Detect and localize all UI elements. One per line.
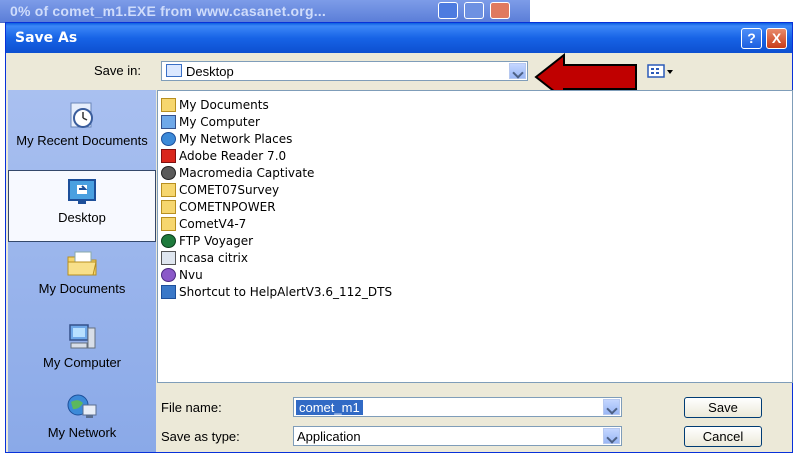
helpalert-shortcut-icon (161, 285, 176, 299)
minimize-icon[interactable] (438, 2, 458, 19)
file-name: COMET07Survey (179, 183, 280, 197)
place-recent-documents[interactable]: My Recent Documents (8, 100, 156, 148)
computer-icon (161, 115, 176, 129)
dialog-titlebar: Save As ? X (6, 23, 792, 53)
file-name: Nvu (179, 268, 203, 282)
save-button[interactable]: Save (684, 397, 762, 418)
file-name-field[interactable]: comet_m1 (293, 397, 622, 417)
place-my-documents[interactable]: My Documents (8, 248, 156, 296)
place-label: My Computer (42, 355, 122, 370)
place-label: My Network (47, 425, 117, 440)
dialog-title: Save As (15, 30, 78, 46)
chevron-down-icon[interactable] (603, 399, 620, 415)
clock-document-icon (70, 102, 93, 128)
cancel-button[interactable]: Cancel (684, 426, 762, 447)
file-name: Shortcut to HelpAlertV3.6_112_DTS (179, 285, 393, 299)
file-name: Adobe Reader 7.0 (179, 149, 287, 163)
citrix-shortcut-icon (161, 251, 176, 265)
captivate-shortcut-icon (161, 166, 176, 180)
network-globe-icon (67, 394, 97, 418)
file-name: COMETNPOWER (179, 200, 276, 214)
place-desktop[interactable]: Desktop (8, 170, 156, 242)
save-in-value: Desktop (186, 64, 234, 79)
file-name: Macromedia Captivate (179, 166, 315, 180)
folder-icon (161, 217, 176, 231)
place-my-computer[interactable]: My Computer (8, 322, 156, 370)
nvu-shortcut-icon (161, 268, 176, 282)
file-name: ncasa citrix (179, 251, 248, 265)
folder-documents-icon (67, 251, 97, 276)
close-button[interactable]: X (766, 28, 787, 49)
ftp-shortcut-icon (161, 234, 176, 248)
save-as-type-dropdown[interactable]: Application (293, 426, 622, 446)
place-my-network[interactable]: My Network (8, 392, 156, 440)
background-window-title: 0% of comet_m1.EXE from www.casanet.org.… (10, 3, 326, 19)
folder-icon (161, 183, 176, 197)
place-label: Desktop (58, 210, 106, 225)
file-name: FTP Voyager (179, 234, 254, 248)
folder-icon (161, 200, 176, 214)
chevron-down-icon[interactable] (509, 63, 526, 79)
save-as-type-value: Application (297, 429, 361, 444)
help-button[interactable]: ? (741, 28, 762, 49)
save-as-type-label: Save as type: (161, 429, 240, 444)
adobe-shortcut-icon (161, 149, 176, 163)
desktop-icon (68, 179, 96, 204)
place-label: My Recent Documents (16, 133, 148, 148)
desktop-icon (166, 64, 182, 77)
folder-icon (161, 98, 176, 112)
file-name: My Network Places (179, 132, 293, 146)
maximize-icon[interactable] (464, 2, 484, 19)
background-download-window: 0% of comet_m1.EXE from www.casanet.org.… (0, 0, 530, 23)
network-icon (161, 132, 176, 146)
file-name-label: File name: (161, 400, 222, 415)
save-as-dialog: Save As ? X Save in: Desktop My Recent D… (5, 22, 793, 453)
file-name-value: comet_m1 (296, 400, 363, 415)
place-label: My Documents (38, 281, 126, 296)
save-in-dropdown[interactable]: Desktop (161, 61, 528, 81)
view-menu-icon[interactable] (647, 63, 675, 79)
file-name: CometV4-7 (179, 217, 247, 231)
places-bar: My Recent Documents Desktop My Documents (8, 90, 156, 452)
save-in-label: Save in: (94, 63, 141, 78)
file-list[interactable]: My Documents My Computer My Network Plac… (157, 90, 793, 383)
file-name: My Computer (179, 115, 260, 129)
close-icon[interactable] (490, 2, 510, 19)
chevron-down-icon[interactable] (603, 428, 620, 444)
file-name: My Documents (179, 98, 269, 112)
computer-icon (69, 324, 96, 349)
